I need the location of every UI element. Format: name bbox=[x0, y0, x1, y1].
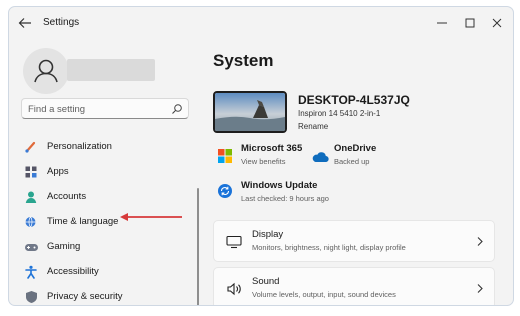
cloud-icon bbox=[312, 152, 329, 163]
tile-subtitle: Backed up bbox=[334, 157, 370, 166]
device-model: Inspiron 14 5410 2-in-1 bbox=[298, 109, 381, 118]
sidebar-scrollbar[interactable] bbox=[197, 188, 199, 305]
tile-subtitle: Last checked: 9 hours ago bbox=[241, 194, 329, 203]
card-title: Display bbox=[252, 229, 284, 240]
settings-window: Settings Personalization Apps bbox=[8, 6, 514, 306]
tile-subtitle: View benefits bbox=[241, 157, 286, 166]
sidebar-item-accounts[interactable]: Accounts bbox=[21, 184, 193, 209]
search-box bbox=[21, 98, 189, 119]
monitor-icon bbox=[226, 235, 242, 249]
sidebar-item-apps[interactable]: Apps bbox=[21, 159, 193, 184]
username-redacted bbox=[67, 59, 155, 81]
tile-title: Windows Update bbox=[241, 180, 318, 191]
sidebar-item-label: Accounts bbox=[47, 191, 87, 202]
card-subtitle: Monitors, brightness, night light, displ… bbox=[252, 243, 406, 252]
sidebar-item-label: Apps bbox=[47, 166, 69, 177]
sidebar-item-label: Accessibility bbox=[47, 266, 99, 277]
back-arrow-icon[interactable] bbox=[17, 16, 33, 30]
sidebar-item-personalization[interactable]: Personalization bbox=[21, 134, 193, 159]
sidebar-item-privacy-security[interactable]: Privacy & security bbox=[21, 284, 193, 305]
person-icon bbox=[23, 190, 39, 204]
search-icon[interactable] bbox=[171, 103, 183, 115]
annotation-arrow-icon bbox=[120, 213, 182, 221]
sound-card[interactable]: Sound Volume levels, output, input, soun… bbox=[213, 267, 495, 305]
close-icon[interactable] bbox=[488, 15, 506, 31]
search-input[interactable] bbox=[28, 102, 158, 116]
card-subtitle: Volume levels, output, input, sound devi… bbox=[252, 290, 396, 299]
sidebar-item-accessibility[interactable]: Accessibility bbox=[21, 259, 193, 284]
microsoft-logo-icon bbox=[218, 149, 232, 163]
chevron-right-icon bbox=[477, 237, 483, 246]
tile-title: OneDrive bbox=[334, 143, 377, 154]
device-name: DESKTOP-4L537JQ bbox=[298, 93, 410, 107]
page-title: System bbox=[213, 51, 274, 70]
window-title: Settings bbox=[43, 17, 80, 28]
user-icon bbox=[34, 59, 58, 83]
minimize-icon[interactable] bbox=[433, 15, 451, 31]
title-bar: Settings bbox=[9, 7, 513, 39]
card-title: Sound bbox=[252, 276, 280, 287]
accessibility-icon bbox=[23, 265, 39, 279]
sidebar-item-label: Time & language bbox=[47, 216, 119, 227]
sync-icon bbox=[218, 184, 232, 198]
device-wallpaper-image bbox=[213, 91, 287, 133]
avatar[interactable] bbox=[23, 48, 69, 94]
tile-title: Microsoft 365 bbox=[241, 143, 303, 154]
maximize-icon[interactable] bbox=[461, 15, 479, 31]
sidebar-item-gaming[interactable]: Gaming bbox=[21, 234, 193, 259]
apps-icon bbox=[23, 165, 39, 179]
rename-link[interactable]: Rename bbox=[298, 122, 328, 131]
shield-icon bbox=[23, 290, 39, 304]
globe-clock-icon bbox=[23, 215, 39, 229]
brush-icon bbox=[23, 140, 39, 154]
speaker-icon bbox=[227, 282, 241, 296]
chevron-right-icon bbox=[477, 284, 483, 293]
display-card[interactable]: Display Monitors, brightness, night ligh… bbox=[213, 220, 495, 262]
sidebar-item-label: Personalization bbox=[47, 141, 112, 152]
sidebar-item-label: Gaming bbox=[47, 241, 81, 252]
sidebar-item-label: Privacy & security bbox=[47, 291, 123, 302]
gamepad-icon bbox=[23, 240, 39, 254]
